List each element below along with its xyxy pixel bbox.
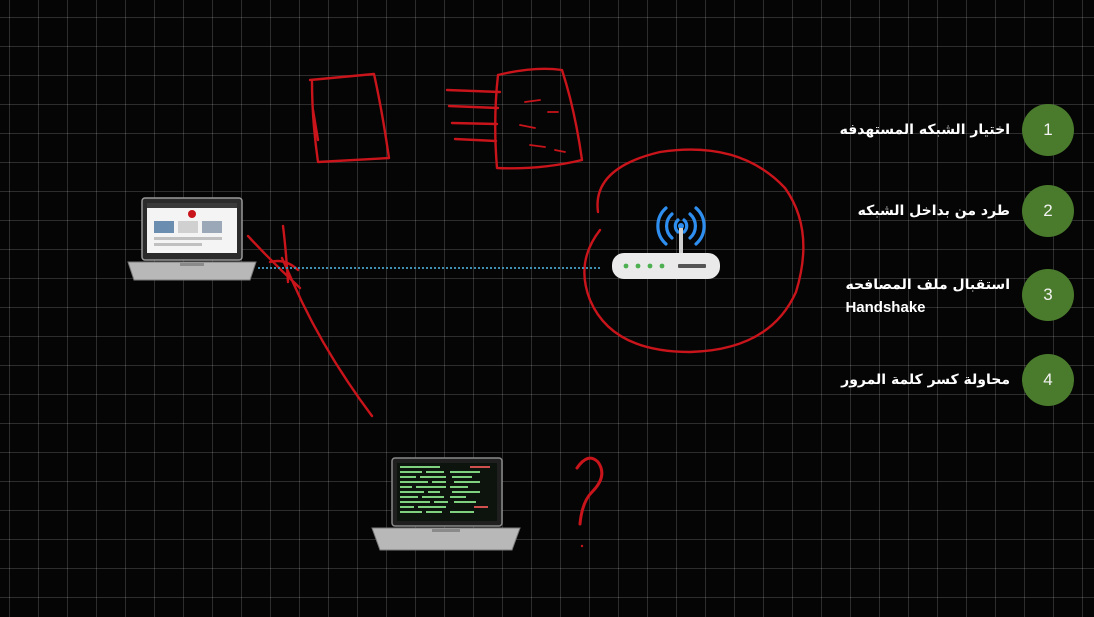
deauth-arrow (246, 224, 374, 418)
step-3-text-block: استقبال ملف المصافحه Handshake (845, 273, 1010, 317)
step-1-badge: 1 (1022, 104, 1074, 156)
victim-laptop-icon (127, 197, 257, 281)
wifi-wave-1 (682, 218, 689, 234)
step-3-handshake-label: Handshake (845, 299, 926, 316)
step-2: طرد من بداخل الشبكه 2 (858, 185, 1074, 237)
step-3-text: استقبال ملف المصافحه (845, 277, 1010, 293)
sketch-box-right (494, 67, 584, 170)
step-4-text: محاولة كسر كلمة المرور (841, 372, 1010, 388)
sketch-box-left (308, 72, 391, 164)
step-1: اختيار الشبكه المستهدفه 1 (840, 104, 1074, 156)
step-1-text: اختيار الشبكه المستهدفه (839, 122, 1010, 138)
wifi-router-icon (612, 206, 720, 279)
step-2-text: طرد من بداخل الشبكه (857, 203, 1010, 219)
step-3: استقبال ملف المصافحه Handshake 3 (845, 269, 1074, 321)
wifi-wave-2 (688, 212, 697, 240)
sketch-box-right-marks (519, 99, 566, 153)
step-4-badge: 4 (1022, 354, 1074, 406)
step-3-badge: 3 (1022, 269, 1074, 321)
diagram-canvas: اختيار الشبكه المستهدفه 1 طرد من بداخل ا… (0, 0, 1094, 617)
sketch-stream-lines (445, 88, 502, 143)
wifi-wave-3 (694, 206, 706, 246)
step-4: محاولة كسر كلمة المرور 4 (841, 354, 1074, 406)
attacker-laptop-icon (371, 457, 521, 551)
question-mark (575, 456, 604, 526)
step-2-badge: 2 (1022, 185, 1074, 237)
question-mark-dot (580, 544, 584, 548)
